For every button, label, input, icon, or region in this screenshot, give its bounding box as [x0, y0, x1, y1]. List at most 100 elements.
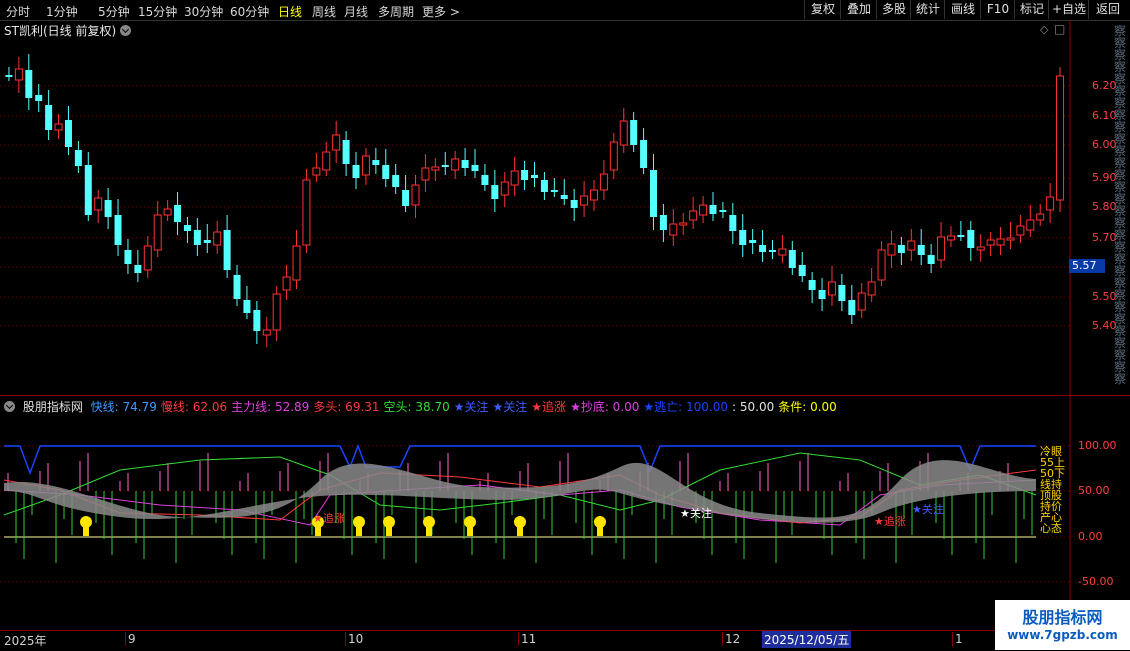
time-label-oct: 10: [345, 632, 363, 646]
candle-body: [589, 189, 598, 201]
candle-body: [253, 310, 261, 331]
candle-body: [84, 165, 92, 215]
price-tick: 5.70: [1092, 231, 1117, 244]
price-tick: 5.90: [1092, 171, 1117, 184]
candle-body: [223, 230, 231, 270]
candle-body: [1016, 225, 1025, 236]
candle-body: [976, 246, 985, 251]
watermark-url: www.7gpzb.com: [1007, 628, 1118, 642]
candle-body: [1006, 237, 1015, 241]
candle-body: [312, 167, 321, 176]
candle-body: [14, 68, 23, 81]
candle-body: [679, 222, 688, 226]
price-tick: 5.80: [1092, 200, 1117, 213]
candle-body: [937, 236, 946, 261]
candle-body: [461, 160, 469, 168]
watermark-title: 股朋指标网: [1022, 608, 1103, 627]
candle-body: [153, 214, 162, 251]
buy-signal-icon: [383, 516, 395, 528]
candle-body: [996, 238, 1005, 246]
candle-body: [550, 190, 558, 192]
candle-body: [877, 249, 886, 281]
candle-body: [64, 120, 72, 147]
candle-body: [540, 180, 548, 192]
candle-body: [471, 165, 479, 171]
indicator-tick: -50.00: [1078, 575, 1114, 588]
price-tick: 6.10: [1092, 109, 1117, 122]
candle-body: [778, 248, 787, 256]
candle-body: [887, 243, 896, 256]
indicator-tick: 50.00: [1078, 484, 1110, 497]
indicator-side-text: 冷眼 55上 50下 线持 顶股 持价 产心 心态: [1040, 446, 1070, 534]
candle-body: [481, 175, 489, 185]
candle-body: [441, 165, 449, 167]
candle-body: [749, 240, 757, 243]
candle-body: [491, 185, 499, 199]
buy-signal-stem: [597, 527, 603, 536]
candle-body: [372, 160, 380, 165]
candle-body: [669, 223, 678, 236]
price-tick: 6.00: [1092, 138, 1117, 151]
buy-signal-icon: [514, 516, 526, 528]
candle-body: [451, 158, 460, 171]
price-tick: 6.20: [1092, 79, 1117, 92]
candle-body: [382, 165, 390, 179]
current-price-badge: 5.57: [1069, 259, 1105, 273]
candle-body: [739, 230, 747, 245]
buy-signal-stem: [426, 527, 432, 536]
candle-body: [243, 300, 251, 313]
indicator-chart[interactable]: [0, 395, 1130, 630]
time-label-sep: 9: [125, 632, 136, 646]
signal-label-zhuizhang-1: ★追涨: [313, 512, 345, 525]
candle-body: [946, 235, 955, 241]
candle-body: [510, 170, 519, 186]
crosshair-date: 2025/12/05/五: [762, 631, 852, 648]
candle-body: [619, 120, 628, 146]
time-label-nov: 11: [518, 632, 536, 646]
candle-body: [838, 285, 846, 301]
candle-body: [104, 200, 112, 217]
candle-body: [531, 175, 538, 178]
candle-body: [163, 208, 172, 216]
candle-body: [25, 70, 33, 98]
candle-body: [967, 230, 975, 248]
buy-signal-stem: [467, 527, 473, 536]
time-label-year: 2025年: [4, 634, 47, 648]
candle-body: [272, 293, 281, 331]
candle-body: [193, 230, 201, 245]
buy-signal-icon: [353, 516, 365, 528]
candle-body: [114, 215, 122, 245]
candle-body: [580, 195, 589, 206]
candle-body: [74, 150, 82, 166]
candle-body: [174, 205, 182, 222]
candle-body: [233, 275, 241, 299]
candle-body: [848, 300, 856, 315]
candle-body: [798, 265, 806, 276]
candle-body: [699, 204, 708, 216]
buy-signal-stem: [315, 527, 321, 536]
time-axis: 2025年 9 10 11 12 2025/12/05/五 1: [0, 630, 1130, 651]
candle-body: [689, 210, 698, 221]
candle-body: [392, 175, 400, 187]
candle-body: [1046, 196, 1055, 211]
buy-signal-stem: [83, 527, 89, 536]
buy-signal-stem: [517, 527, 523, 536]
candlestick-chart[interactable]: [0, 0, 1130, 395]
candle-body: [719, 210, 727, 212]
right-side-strip: 察察察察察察察察察察察察察察察察察察察察察察察察察察察察察察: [1114, 25, 1127, 386]
candle-body: [1026, 219, 1035, 231]
buy-signal-stem: [356, 527, 362, 536]
candle-body: [630, 120, 638, 145]
candle-body: [659, 215, 667, 230]
candle-body: [609, 141, 618, 171]
candle-body: [282, 276, 291, 291]
candle-body: [213, 231, 222, 246]
candle-body: [570, 200, 578, 208]
buy-signal-icon: [464, 516, 476, 528]
candle-body: [768, 250, 776, 252]
candle-body: [1036, 213, 1045, 221]
candle-body: [292, 245, 301, 281]
candle-body: [302, 179, 311, 246]
candle-body: [124, 250, 132, 264]
candle-body: [322, 151, 331, 171]
